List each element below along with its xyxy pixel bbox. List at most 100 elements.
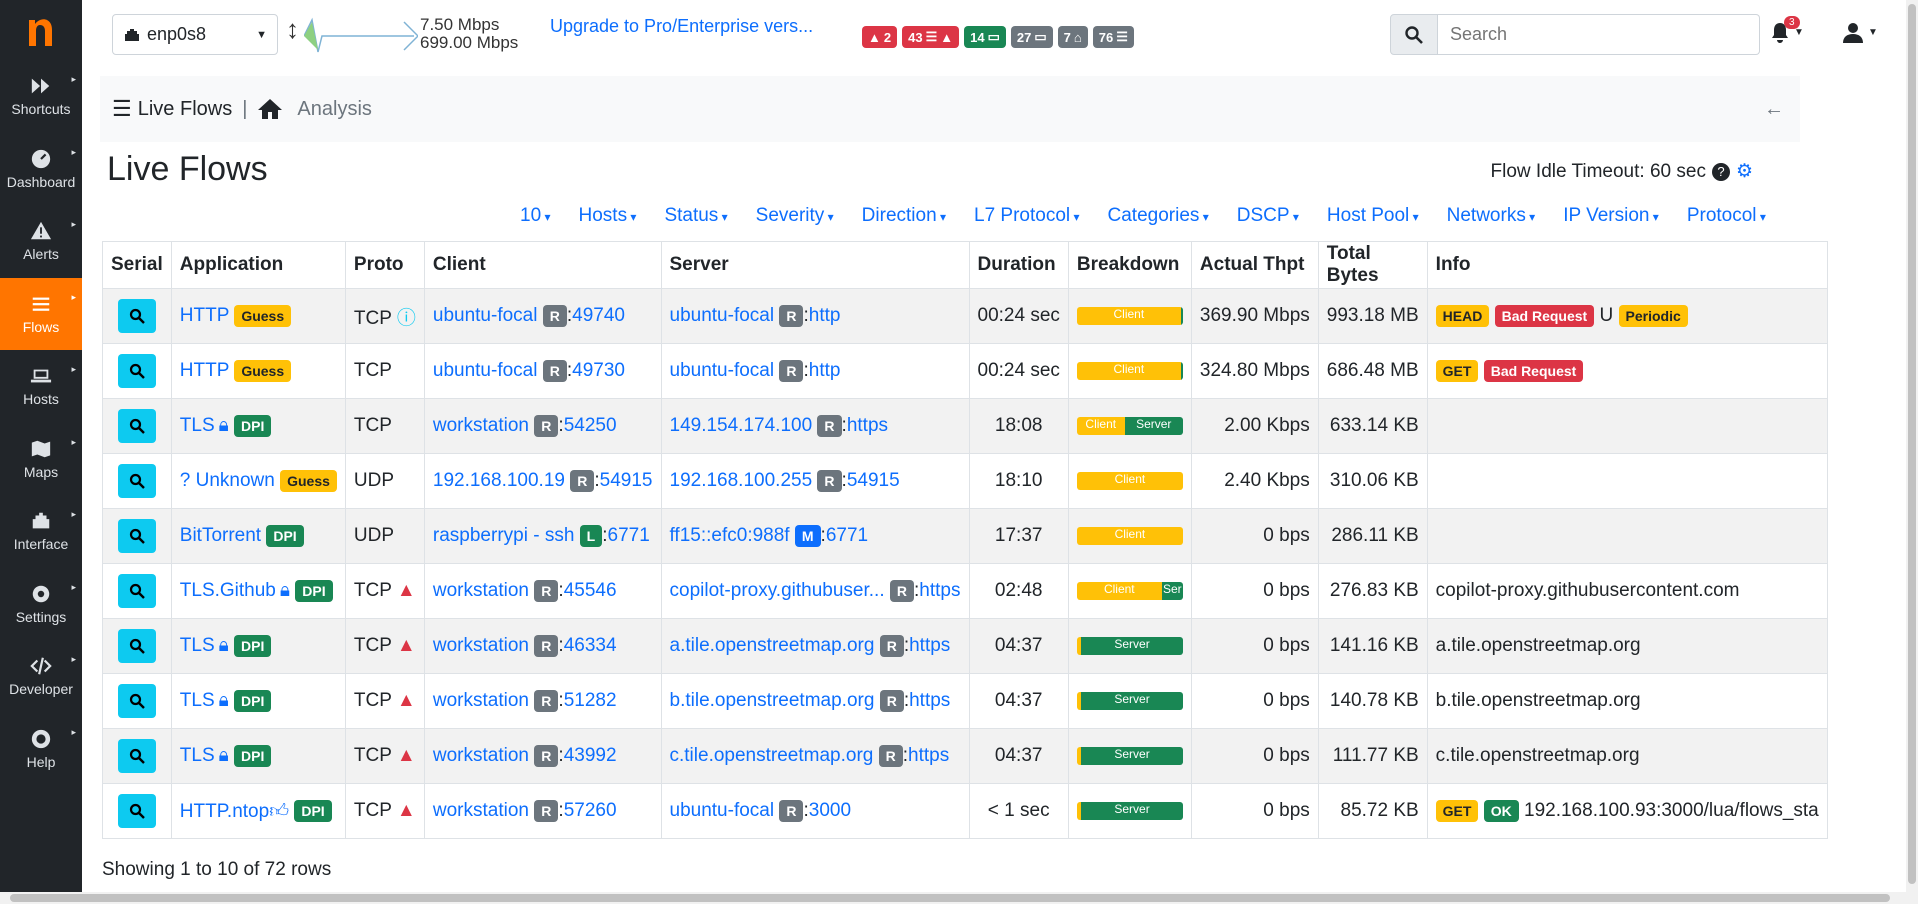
server-port-link[interactable]: http — [809, 305, 841, 326]
server-host-link[interactable]: b.tile.openstreetmap.org — [670, 690, 875, 711]
sidebar-item-maps[interactable]: Maps ▸ — [0, 423, 82, 496]
server-host-link[interactable]: 149.154.174.100 — [670, 415, 813, 436]
client-port-link[interactable]: 49740 — [572, 305, 625, 326]
filter-dropdown[interactable]: Hosts — [579, 205, 637, 227]
sidebar-item-alerts[interactable]: Alerts ▸ — [0, 205, 82, 278]
client-host-link[interactable]: workstation — [433, 800, 529, 821]
table-row[interactable]: HTTP Guess TCP ubuntu-focal R:49730 ubuntu-… — [102, 343, 1828, 399]
server-host-link[interactable]: 192.168.100.255 — [670, 470, 813, 491]
filter-dropdown[interactable]: IP Version — [1563, 205, 1659, 227]
flow-details-button[interactable] — [117, 739, 156, 773]
local-hosts-badge[interactable]: 14 ▭ — [964, 26, 1006, 48]
column-header[interactable]: Application — [170, 241, 346, 289]
sidebar-item-flows[interactable]: Flows ▸ — [0, 277, 82, 350]
interface-select[interactable]: enp0s8 ▼ — [112, 14, 278, 55]
column-header[interactable]: Serial — [102, 241, 172, 289]
search-input[interactable] — [1438, 14, 1760, 55]
alerts-badge[interactable]: ▲ 2 — [862, 26, 898, 48]
table-row[interactable]: TLS 🔒︎ DPI TCP ▲ workstation R:43992 c.tile.… — [102, 728, 1828, 784]
column-header[interactable]: Duration — [968, 241, 1069, 289]
flow-details-button[interactable] — [117, 684, 156, 718]
client-host-link[interactable]: raspberrypi - ssh — [433, 525, 575, 546]
filter-dropdown[interactable]: L7 Protocol — [974, 205, 1079, 227]
server-host-link[interactable]: a.tile.openstreetmap.org — [670, 635, 875, 656]
application-link[interactable]: BitTorrent — [180, 525, 261, 546]
server-port-link[interactable]: https — [908, 745, 949, 766]
devices-badge[interactable]: 7 ⌂ — [1057, 26, 1088, 48]
application-link[interactable]: HTTP — [180, 305, 229, 326]
filter-dropdown[interactable]: Categories — [1108, 205, 1209, 227]
filter-dropdown[interactable]: 10 — [520, 205, 551, 227]
application-link[interactable]: ? Unknown — [180, 470, 275, 491]
filter-dropdown[interactable]: DSCP — [1237, 205, 1299, 227]
help-circle-icon[interactable]: ? — [1711, 162, 1730, 181]
client-port-link[interactable]: 43992 — [564, 745, 617, 766]
client-port-link[interactable]: 54250 — [564, 415, 617, 436]
application-link[interactable]: HTTP — [180, 360, 229, 381]
gear-icon[interactable]: ⚙ — [1736, 160, 1753, 183]
client-port-link[interactable]: 49730 — [572, 360, 625, 381]
client-port-link[interactable]: 6771 — [608, 525, 650, 546]
server-port-link[interactable]: 54915 — [847, 470, 900, 491]
flow-alerts-badge[interactable]: 43 ☰ ▲ — [902, 26, 960, 48]
sidebar-item-shortcuts[interactable]: Shortcuts ▸ — [0, 60, 82, 133]
client-port-link[interactable]: 46334 — [564, 635, 617, 656]
sidebar-item-settings[interactable]: Settings ▸ — [0, 568, 82, 641]
server-host-link[interactable]: ubuntu-focal — [670, 305, 775, 326]
flow-details-button[interactable] — [117, 574, 156, 608]
server-port-link[interactable]: https — [909, 690, 950, 711]
column-header[interactable]: Breakdown — [1067, 241, 1192, 289]
client-port-link[interactable]: 57260 — [564, 800, 617, 821]
application-link[interactable]: TLS — [180, 415, 215, 436]
search-button[interactable] — [1390, 14, 1438, 55]
client-host-link[interactable]: workstation — [433, 745, 529, 766]
column-header[interactable]: Total Bytes — [1317, 241, 1428, 289]
column-header[interactable]: Server — [660, 241, 970, 289]
flow-details-button[interactable] — [117, 299, 156, 333]
server-port-link[interactable]: http — [809, 360, 841, 381]
table-row[interactable]: ? Unknown Guess UDP 192.168.100.19 R:54915… — [102, 453, 1828, 509]
filter-dropdown[interactable]: Direction — [862, 205, 946, 227]
remote-hosts-badge[interactable]: 27 ▭ — [1010, 26, 1053, 48]
server-port-link[interactable]: https — [919, 580, 960, 601]
application-link[interactable]: HTTP.ntop — [180, 801, 269, 822]
client-host-link[interactable]: workstation — [433, 415, 529, 436]
application-link[interactable]: TLS — [180, 635, 215, 656]
flow-details-button[interactable] — [117, 464, 156, 498]
application-link[interactable]: TLS — [180, 690, 215, 711]
client-host-link[interactable]: workstation — [433, 635, 529, 656]
column-header[interactable]: Client — [423, 241, 662, 289]
client-port-link[interactable]: 54915 — [600, 470, 653, 491]
client-host-link[interactable]: ubuntu-focal — [433, 360, 538, 381]
column-header[interactable]: Info — [1426, 241, 1828, 289]
table-row[interactable]: HTTP.ntop👍︎ DPI TCP ▲ workstation R:57260 u… — [102, 783, 1828, 839]
back-arrow-icon[interactable]: ← — [1764, 98, 1784, 121]
filter-dropdown[interactable]: Protocol — [1687, 205, 1766, 227]
server-host-link[interactable]: ubuntu-focal — [670, 360, 775, 381]
ntopng-logo[interactable] — [0, 0, 82, 60]
application-link[interactable]: TLS.Github — [180, 580, 276, 601]
table-row[interactable]: HTTP Guess TCP ⓘ ubuntu-focal R:49740 ubunt… — [102, 288, 1828, 344]
menu-icon[interactable]: ☰ — [112, 96, 132, 122]
table-row[interactable]: BitTorrent DPI UDP raspberrypi - ssh L:677… — [102, 508, 1828, 564]
filter-dropdown[interactable]: Networks — [1447, 205, 1536, 227]
chevron-down-icon[interactable]: ▼ — [1868, 27, 1878, 38]
server-port-link[interactable]: https — [847, 415, 888, 436]
flow-details-button[interactable] — [117, 409, 156, 443]
chevron-down-icon[interactable]: ▼ — [1794, 27, 1804, 38]
application-link[interactable]: TLS — [180, 745, 215, 766]
flow-details-button[interactable] — [117, 354, 156, 388]
server-port-link[interactable]: https — [909, 635, 950, 656]
server-host-link[interactable]: ubuntu-focal — [670, 800, 775, 821]
sidebar-item-dashboard[interactable]: Dashboard ▸ — [0, 133, 82, 206]
flow-details-button[interactable] — [117, 794, 156, 828]
server-port-link[interactable]: 3000 — [809, 800, 851, 821]
table-row[interactable]: TLS 🔒︎ DPI TCP ▲ workstation R:46334 a.tile.… — [102, 618, 1828, 674]
client-host-link[interactable]: ubuntu-focal — [433, 305, 538, 326]
server-port-link[interactable]: 6771 — [826, 525, 868, 546]
home-icon[interactable] — [257, 98, 283, 120]
server-host-link[interactable]: c.tile.openstreetmap.org — [670, 745, 874, 766]
horizontal-scrollbar[interactable] — [0, 892, 1918, 904]
table-row[interactable]: TLS.Github 🔒︎ DPI TCP ▲ workstation R:45546… — [102, 563, 1828, 619]
filter-dropdown[interactable]: Severity — [756, 205, 834, 227]
